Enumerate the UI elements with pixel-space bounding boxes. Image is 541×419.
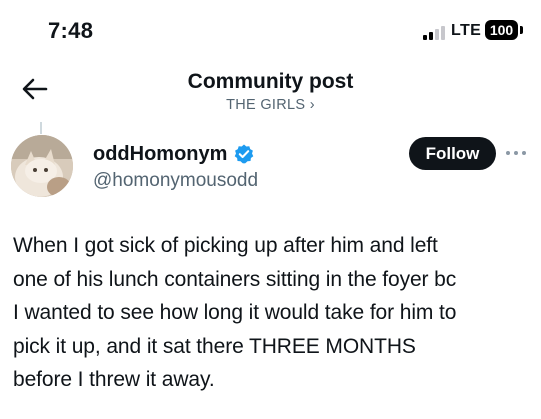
thread-line [40,122,42,134]
battery-tip [520,26,523,34]
post-text-line: before I threw it away. [13,368,215,391]
network-type: LTE [451,22,482,39]
follow-button[interactable]: Follow [409,137,496,170]
post-text-line: pick it up, and it sat there THREE MONTH… [13,334,416,358]
author-row: oddHomonym [93,141,255,167]
more-icon[interactable] [503,139,529,167]
community-name: THE GIRLS [226,97,306,113]
author-display-name[interactable]: oddHomonym [93,143,227,166]
chevron-right-icon: › [309,97,315,113]
author-handle[interactable]: @homonymousodd [93,170,258,192]
post-text-line: I wanted to see how long it would take f… [13,301,457,324]
avatar[interactable] [11,135,73,197]
community-link[interactable]: THE GIRLS › [0,97,541,113]
status-time: 7:48 [48,18,94,43]
battery-icon: 100 [485,20,518,40]
status-bar: 7:48 LTE 100 [0,0,541,56]
page-title: Community post [187,70,354,93]
verified-badge-icon [235,144,254,164]
signal-icon [423,24,451,40]
post-text-line: When I got sick of picking up after him … [13,234,438,257]
post-text: When I got sick of picking up after him … [13,229,535,397]
post-text-line: one of his lunch containers sitting in t… [13,267,457,291]
